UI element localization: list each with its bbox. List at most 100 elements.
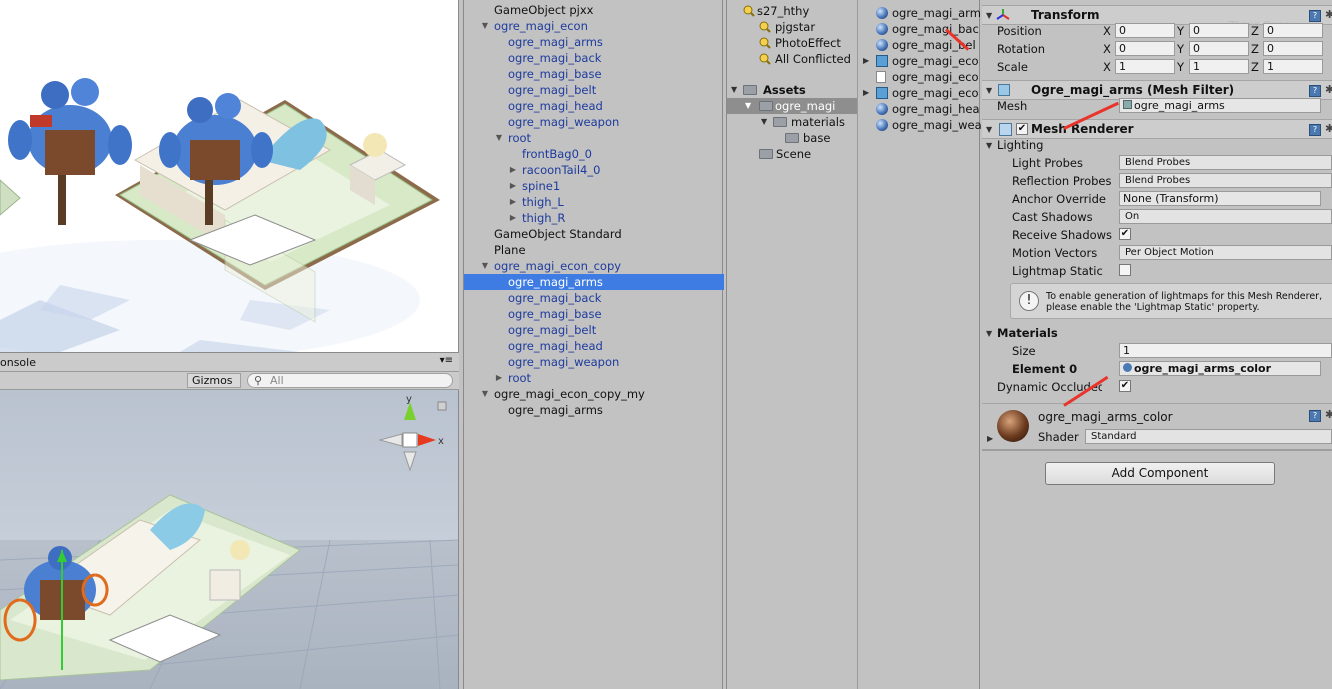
hierarchy-row-label: ogre_magi_head	[508, 339, 603, 353]
gear-icon[interactable]: ✱	[1325, 408, 1332, 421]
transform-header[interactable]: ▼ Transform Zhang Quan ? ✱	[982, 5, 1332, 31]
project-folder-tree[interactable]: s27_hthy pjgstar PhotoEffect All Conflic…	[726, 0, 858, 689]
hierarchy-row[interactable]: ▶ thigh_L	[464, 194, 724, 210]
foldout-arrow-icon[interactable]: ▼	[986, 86, 992, 95]
help-icon[interactable]: ?	[1309, 410, 1321, 422]
transform-z-field[interactable]: 0	[1263, 41, 1323, 56]
hierarchy-row[interactable]: ogre_magi_back	[464, 290, 724, 306]
material-foldout-icon[interactable]: ▶	[987, 434, 993, 443]
hierarchy-row[interactable]: Plane	[464, 242, 724, 258]
hierarchy-row[interactable]: frontBag0_0	[464, 146, 724, 162]
hierarchy-row[interactable]: ogre_magi_weapon	[464, 114, 724, 130]
transform-x-field[interactable]: 0	[1115, 41, 1175, 56]
lighting-foldout-icon[interactable]: ▼	[986, 141, 992, 150]
expand-arrow-icon[interactable]: ▼	[480, 258, 490, 274]
folder-ogre-magi[interactable]: ▼ ogre_magi	[727, 98, 857, 114]
lightmap-static-checkbox[interactable]	[1119, 264, 1131, 276]
search-item-all-conflicted[interactable]: All Conflicted	[759, 51, 851, 67]
hierarchy-row[interactable]: ogre_magi_belt	[464, 82, 724, 98]
materials-size-field[interactable]: 1	[1119, 343, 1332, 358]
transform-y-field[interactable]: 0	[1189, 41, 1249, 56]
foldout-arrow-icon[interactable]: ▼	[986, 11, 992, 20]
transform-z-field[interactable]: 1	[1263, 59, 1323, 74]
shader-dropdown[interactable]: Standard	[1085, 429, 1332, 444]
scene-search-input[interactable]: ⚲ All	[247, 373, 453, 388]
expand-arrow-icon[interactable]: ▼	[494, 130, 504, 146]
motion-vectors-dropdown[interactable]: Per Object Motion	[1119, 245, 1332, 260]
gear-icon[interactable]: ✱	[1325, 122, 1332, 135]
transform-z-field[interactable]: 0	[1263, 23, 1323, 38]
anchor-override-field[interactable]: None (Transform)	[1119, 191, 1321, 206]
foldout-arrow-icon[interactable]: ▼	[986, 125, 992, 134]
hierarchy-row[interactable]: GameObject pjxx	[464, 2, 724, 18]
hierarchy-row[interactable]: ▶ racoonTail4_0	[464, 162, 724, 178]
hierarchy-row[interactable]: ▼ ogre_magi_econ	[464, 18, 724, 34]
gear-icon[interactable]: ✱	[1325, 83, 1332, 96]
hierarchy-row[interactable]: ▼ ogre_magi_econ_copy_my	[464, 386, 724, 402]
console-tab[interactable]: onsole	[0, 356, 36, 369]
help-icon[interactable]: ?	[1309, 10, 1321, 22]
lock-icon[interactable]	[437, 401, 447, 411]
collapse-arrow-icon[interactable]: ▶	[508, 162, 518, 178]
expand-arrow-icon[interactable]: ▶	[863, 85, 869, 101]
mesh-filter-header[interactable]: ▼ Ogre_magi_arms (Mesh Filter) ? ✱	[982, 80, 1332, 100]
reflection-probes-dropdown[interactable]: Blend Probes	[1119, 173, 1332, 188]
hierarchy-row[interactable]: ogre_magi_base	[464, 306, 724, 322]
hierarchy-row[interactable]: ▼ root	[464, 130, 724, 146]
expand-arrow-icon[interactable]: ▼	[731, 82, 737, 98]
scene-orientation-gizmo[interactable]: y x	[378, 394, 444, 472]
project-file-list[interactable]: ogre_magi_arm ogre_magi_bac ogre_magi_bel ▶…	[859, 0, 982, 689]
light-probes-dropdown[interactable]: Blend Probes	[1119, 155, 1332, 170]
hierarchy-row[interactable]: GameObject Standard	[464, 226, 724, 242]
transform-x-field[interactable]: 1	[1115, 59, 1175, 74]
search-item-photoeffect[interactable]: PhotoEffect	[759, 35, 841, 51]
hierarchy-row[interactable]: ogre_magi_head	[464, 338, 724, 354]
hierarchy-panel[interactable]: GameObject pjxx ▼ ogre_magi_econ ogre_magi_…	[463, 0, 724, 689]
hierarchy-row[interactable]: ogre_magi_base	[464, 66, 724, 82]
expand-arrow-icon[interactable]: ▼	[745, 98, 751, 114]
collapse-arrow-icon[interactable]: ▶	[508, 194, 518, 210]
collapse-arrow-icon[interactable]: ▶	[508, 178, 518, 194]
collapse-arrow-icon[interactable]: ▶	[494, 370, 504, 386]
hierarchy-row[interactable]: ▶ root	[464, 370, 724, 386]
help-icon[interactable]: ?	[1309, 85, 1321, 97]
search-item-s27-hthy[interactable]: s27_hthy	[743, 3, 809, 19]
hierarchy-row[interactable]: ogre_magi_weapon	[464, 354, 724, 370]
transform-x-field[interactable]: 0	[1115, 23, 1175, 38]
search-item-pjgstar[interactable]: pjgstar	[759, 19, 815, 35]
cast-shadows-dropdown[interactable]: On	[1119, 209, 1332, 224]
hierarchy-row[interactable]: ogre_magi_back	[464, 50, 724, 66]
mesh-renderer-enabled-checkbox[interactable]: ✔	[1016, 123, 1028, 135]
transform-y-field[interactable]: 0	[1189, 23, 1249, 38]
mesh-object-field[interactable]: ogre_magi_arms	[1119, 98, 1321, 113]
assets-folder[interactable]: ▼ Assets	[731, 82, 857, 98]
expand-arrow-icon[interactable]: ▼	[761, 114, 767, 130]
mesh-renderer-header[interactable]: ▼ ✔ Mesh Renderer ? ✱	[982, 119, 1332, 139]
game-view[interactable]	[0, 0, 459, 352]
gear-icon[interactable]: ✱	[1325, 8, 1332, 21]
materials-foldout-icon[interactable]: ▼	[986, 329, 992, 338]
expand-arrow-icon[interactable]: ▼	[480, 386, 490, 402]
panel-menu-icon[interactable]: ▾≡	[440, 355, 453, 366]
material-thumbnail[interactable]	[997, 410, 1029, 442]
mesh-renderer-icon	[999, 123, 1012, 136]
expand-arrow-icon[interactable]: ▶	[863, 53, 869, 69]
receive-shadows-checkbox[interactable]: ✔	[1119, 228, 1131, 240]
hierarchy-row[interactable]: ogre_magi_belt	[464, 322, 724, 338]
expand-arrow-icon[interactable]: ▼	[480, 18, 490, 34]
scene-view[interactable]: y x	[0, 390, 459, 689]
hierarchy-row[interactable]: ogre_magi_arms	[464, 402, 724, 418]
transform-y-field[interactable]: 1	[1189, 59, 1249, 74]
hierarchy-row[interactable]: ogre_magi_arms	[464, 34, 724, 50]
gizmos-dropdown[interactable]: Gizmos ▾	[187, 373, 241, 399]
element0-material-field[interactable]: ogre_magi_arms_color	[1119, 361, 1321, 376]
hierarchy-row[interactable]: ▶ spine1	[464, 178, 724, 194]
hierarchy-row[interactable]: ogre_magi_head	[464, 98, 724, 114]
hierarchy-row[interactable]: ogre_magi_arms	[464, 274, 724, 290]
hierarchy-row[interactable]: ▶ thigh_R	[464, 210, 724, 226]
help-icon[interactable]: ?	[1309, 124, 1321, 136]
add-component-button[interactable]: Add Component	[1045, 462, 1275, 485]
hierarchy-row[interactable]: ▼ ogre_magi_econ_copy	[464, 258, 724, 274]
dynamic-occluded-checkbox[interactable]: ✔	[1119, 380, 1131, 392]
collapse-arrow-icon[interactable]: ▶	[508, 210, 518, 226]
